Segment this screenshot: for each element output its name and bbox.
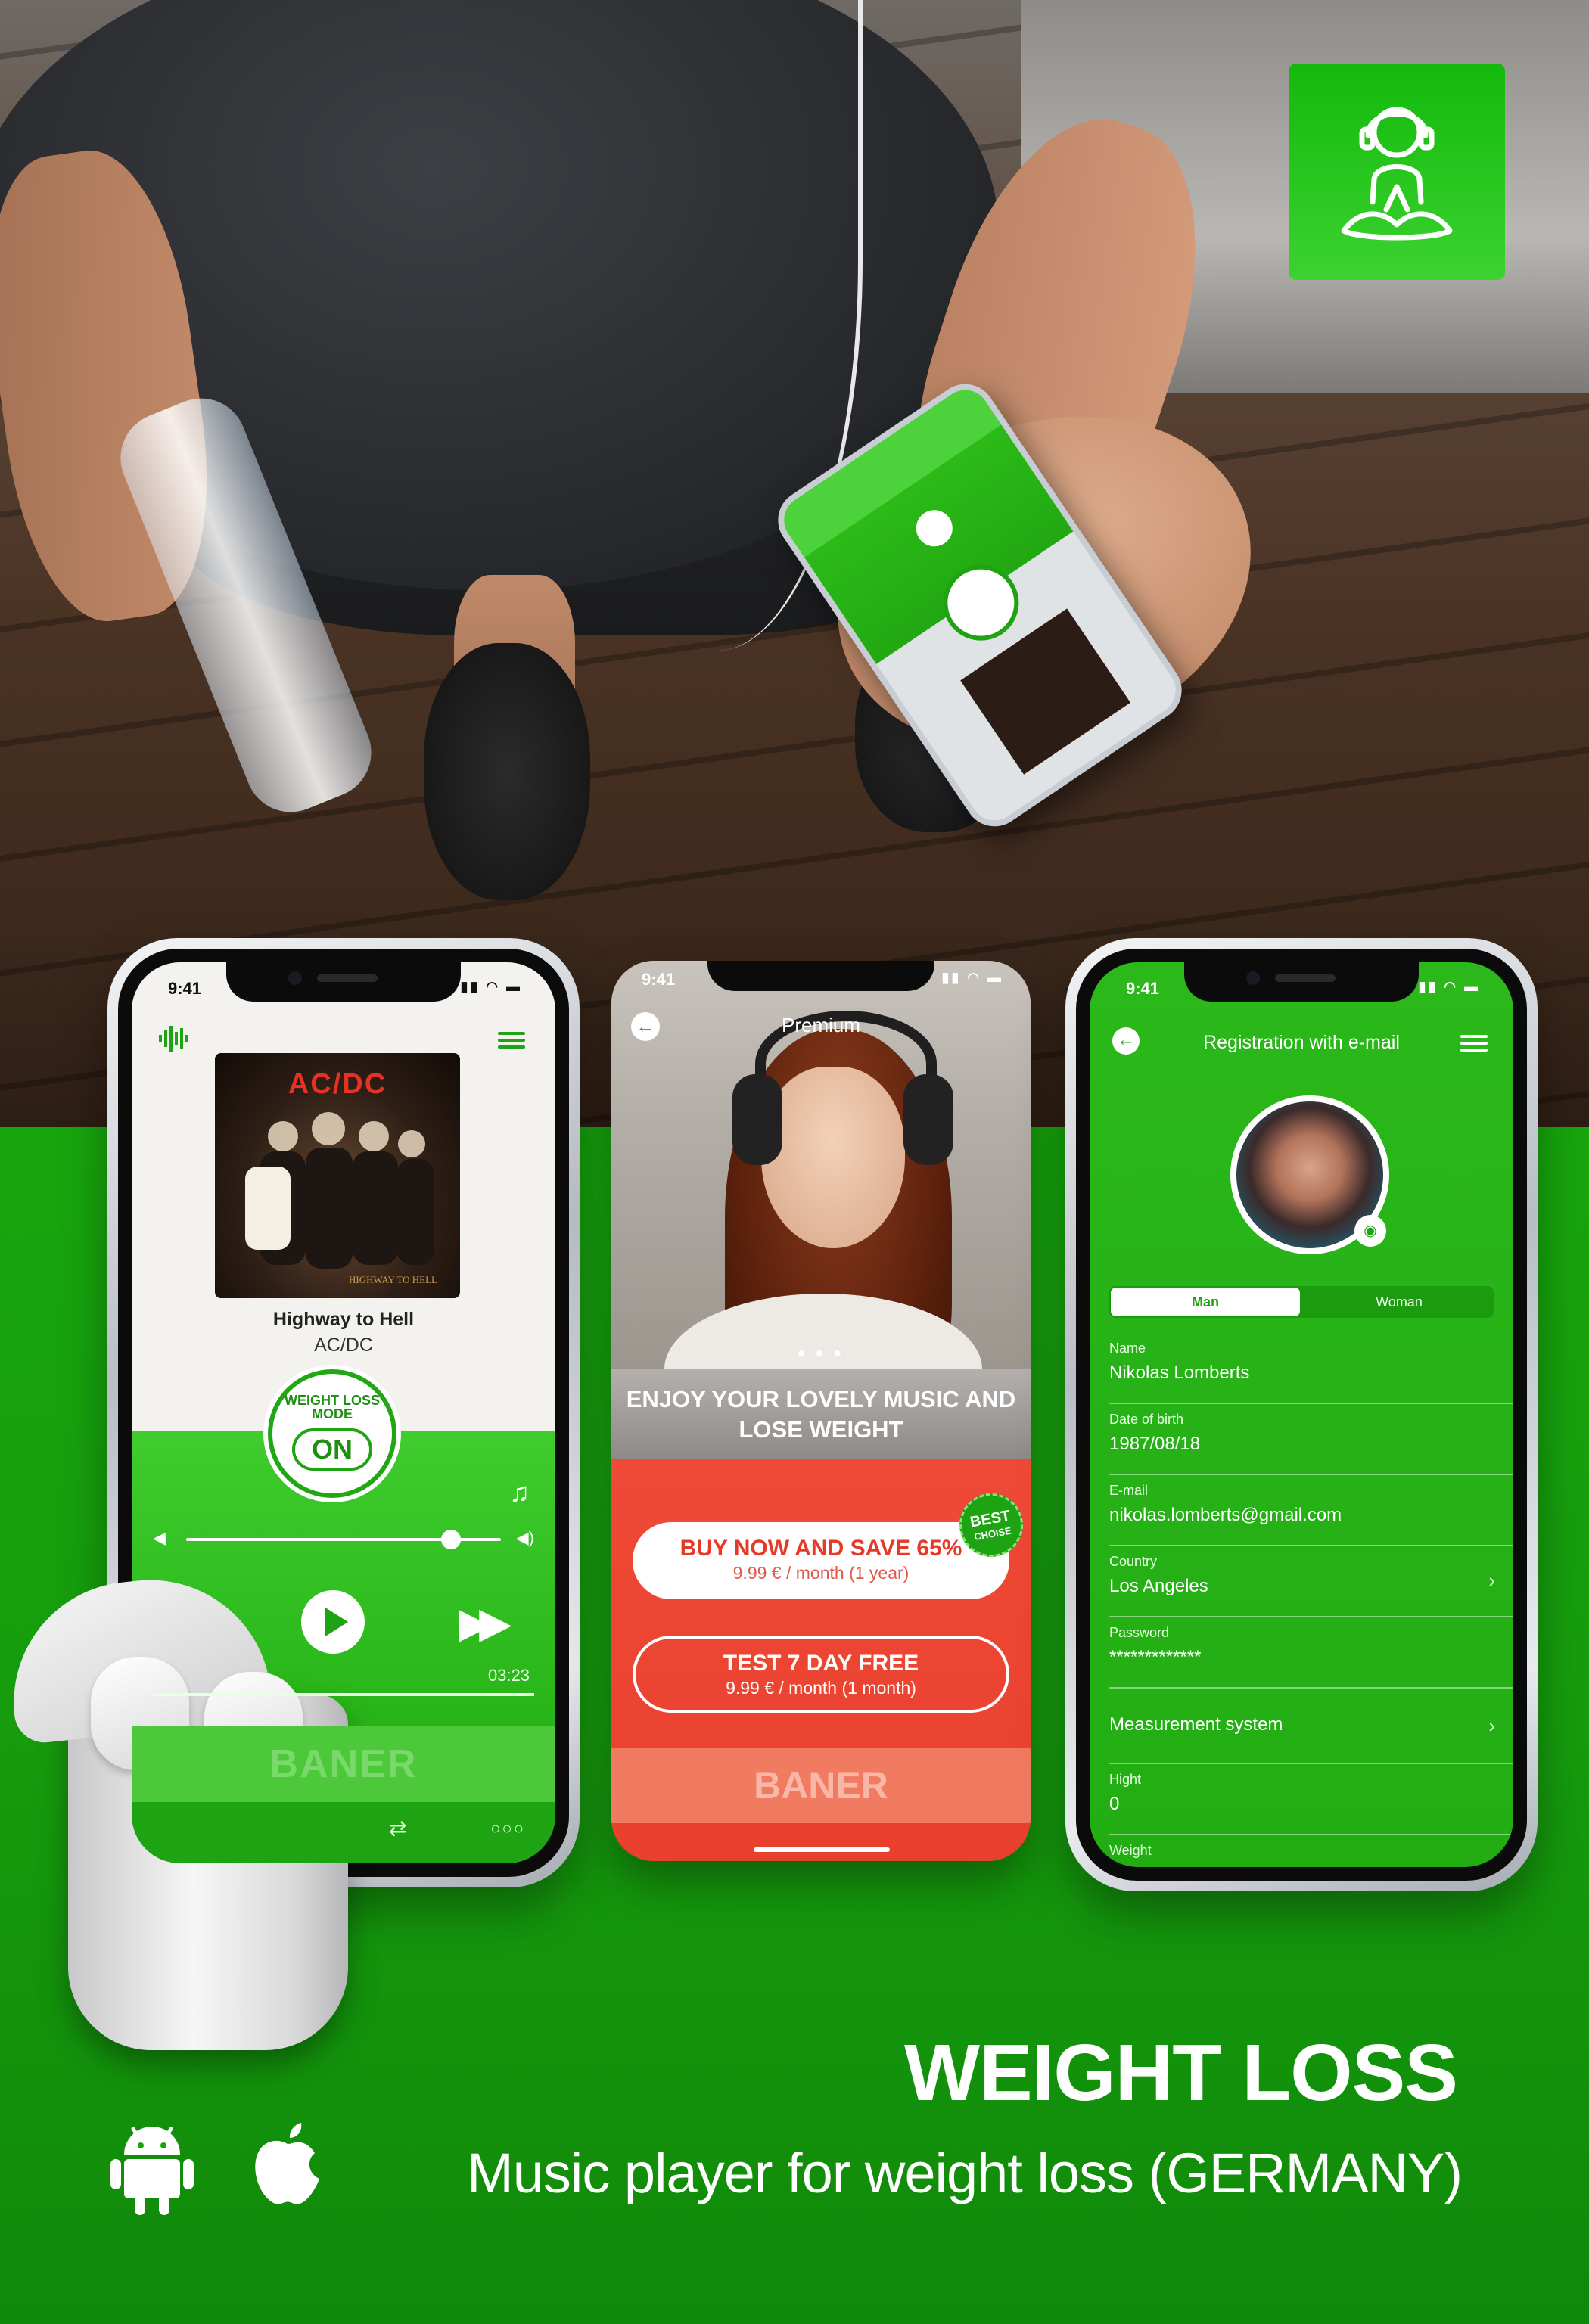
field-label: E-mail bbox=[1109, 1483, 1149, 1498]
field-value: 0 bbox=[1109, 1794, 1120, 1814]
status-icons: ▮▮ ◠ ▬ bbox=[1418, 979, 1480, 994]
buy-yearly-price: 9.99 € / month (1 year) bbox=[732, 1563, 910, 1583]
mode-state: ON bbox=[292, 1428, 372, 1471]
artist-name: AC/DC bbox=[314, 1334, 373, 1356]
playlist-icon[interactable]: ♫ bbox=[509, 1477, 530, 1508]
chevron-right-icon: › bbox=[1488, 1569, 1495, 1592]
notch bbox=[707, 961, 934, 991]
android-icon bbox=[110, 2118, 194, 2217]
weight-loss-mode-toggle[interactable]: WEIGHT LOSS MODE ON bbox=[268, 1369, 396, 1498]
app-icon bbox=[1289, 64, 1505, 280]
volume-high-icon: ◀) bbox=[515, 1528, 534, 1547]
camera-icon[interactable]: ◉ bbox=[1354, 1215, 1386, 1247]
notch bbox=[226, 962, 461, 1002]
status-time: 9:41 bbox=[1126, 979, 1160, 998]
date-of-birth-field[interactable]: Date of birth 1987/08/18 bbox=[1109, 1404, 1513, 1475]
height-field[interactable]: Hight 0 bbox=[1109, 1764, 1513, 1835]
field-value: nikolas.lomberts@gmail.com bbox=[1109, 1505, 1342, 1525]
field-label: Hight bbox=[1109, 1772, 1142, 1787]
ad-banner[interactable]: BANER bbox=[132, 1726, 555, 1802]
gender-option-man[interactable]: Man bbox=[1111, 1288, 1300, 1316]
weight-field[interactable]: Weight bbox=[1109, 1835, 1513, 1867]
meditation-headphones-icon bbox=[1341, 107, 1453, 241]
chevron-right-icon: › bbox=[1488, 1714, 1495, 1737]
status-icons: ▮▮ ◠ ▬ bbox=[460, 979, 522, 994]
field-label: Country bbox=[1109, 1554, 1158, 1569]
field-label: Measurement system bbox=[1109, 1714, 1283, 1735]
home-indicator[interactable] bbox=[754, 1847, 890, 1852]
measurement-system-field[interactable]: Measurement system › bbox=[1109, 1689, 1513, 1764]
name-field[interactable]: Name Nikolas Lomberts bbox=[1109, 1333, 1513, 1404]
volume-low-icon: ◀ bbox=[153, 1528, 166, 1547]
weight-loss-mode-label: WEIGHT LOSS MODE bbox=[285, 1393, 380, 1421]
field-label: Password bbox=[1109, 1625, 1170, 1640]
field-value: 1987/08/18 bbox=[1109, 1434, 1201, 1454]
more-icon[interactable]: ○○○ bbox=[490, 1819, 525, 1838]
album-subtitle: HIGHWAY TO HELL bbox=[349, 1274, 437, 1285]
password-field[interactable]: Password ************* bbox=[1109, 1617, 1513, 1689]
phone-bezel: 9:41 ▮▮ ◠ ▬ AC/DC HIGHWAY TO HELL Highwa… bbox=[118, 949, 569, 1877]
premium-screen: 9:41 ▮▮ ◠ ▬ ← Premium ● ● ● ENJOY YOUR L… bbox=[611, 961, 1031, 1861]
field-value: Nikolas Lomberts bbox=[1109, 1362, 1250, 1383]
shuffle-icon[interactable]: ⇄ bbox=[389, 1816, 406, 1841]
free-trial-button[interactable]: TEST 7 DAY FREE 9.99 € / month (1 month) bbox=[633, 1636, 1009, 1713]
status-time: 9:41 bbox=[642, 970, 676, 989]
field-value: Los Angeles bbox=[1109, 1576, 1208, 1596]
trial-price: 9.99 € / month (1 month) bbox=[726, 1678, 916, 1698]
ad-banner[interactable]: BANER bbox=[611, 1748, 1031, 1823]
registration-phone: 9:41 ▮▮ ◠ ▬ ← Registration with e-mail ◉… bbox=[1065, 938, 1538, 1891]
track-title: Highway to Hell bbox=[272, 1309, 415, 1330]
left-shoe bbox=[424, 643, 590, 900]
field-label: Weight bbox=[1109, 1843, 1152, 1858]
gender-toggle[interactable]: Man Woman bbox=[1109, 1286, 1494, 1318]
gender-option-woman[interactable]: Woman bbox=[1304, 1286, 1494, 1318]
time-remaining: 03:23 bbox=[487, 1666, 530, 1685]
email-field[interactable]: E-mail nikolas.lomberts@gmail.com bbox=[1109, 1475, 1513, 1546]
phone-bezel: 9:41 ▮▮ ◠ ▬ ← Registration with e-mail ◉… bbox=[1076, 949, 1527, 1881]
menu-icon[interactable] bbox=[498, 1032, 525, 1052]
notch bbox=[1184, 962, 1419, 1002]
status-time: 9:41 bbox=[168, 979, 202, 998]
menu-icon[interactable] bbox=[1460, 1035, 1488, 1055]
progress-bar[interactable] bbox=[153, 1693, 534, 1696]
field-value: ************* bbox=[1109, 1647, 1202, 1667]
buy-yearly-button[interactable]: BUY NOW AND SAVE 65% 9.99 € / month (1 y… bbox=[633, 1522, 1009, 1599]
bottom-toolbar: ⇄ ○○○ bbox=[132, 1802, 555, 1863]
fast-forward-icon[interactable]: ▶▶ bbox=[459, 1598, 512, 1648]
trial-title: TEST 7 DAY FREE bbox=[723, 1651, 919, 1676]
band-photo bbox=[245, 1112, 434, 1269]
registration-screen: 9:41 ▮▮ ◠ ▬ ← Registration with e-mail ◉… bbox=[1090, 962, 1513, 1867]
volume-slider[interactable]: ◀ ◀) bbox=[153, 1528, 534, 1551]
headline: ENJOY YOUR LOVELY MUSIC AND LOSE WEIGHT bbox=[611, 1369, 1031, 1459]
screen-title: Premium bbox=[781, 1014, 860, 1036]
premium-phone: 9:41 ▮▮ ◠ ▬ ← Premium ● ● ● ENJOY YOUR L… bbox=[611, 961, 1031, 1861]
equalizer-icon[interactable] bbox=[159, 1026, 189, 1058]
buy-yearly-title: BUY NOW AND SAVE 65% bbox=[679, 1536, 962, 1561]
project-title: WEIGHT LOSS bbox=[904, 2028, 1458, 2117]
screen-title: Registration with e-mail bbox=[1203, 1032, 1400, 1053]
volume-knob[interactable] bbox=[441, 1530, 462, 1549]
project-subtitle: Music player for weight loss (GERMANY) bbox=[467, 2142, 1463, 2204]
apple-icon bbox=[250, 2118, 333, 2217]
play-button[interactable] bbox=[301, 1590, 365, 1654]
player-screen: 9:41 ▮▮ ◠ ▬ AC/DC HIGHWAY TO HELL Highwa… bbox=[132, 962, 555, 1863]
album-cover: AC/DC HIGHWAY TO HELL bbox=[215, 1053, 460, 1298]
country-field[interactable]: Country Los Angeles › bbox=[1109, 1546, 1513, 1617]
field-label: Name bbox=[1109, 1341, 1146, 1356]
carousel-dots[interactable]: ● ● ● bbox=[611, 1345, 1031, 1361]
status-icons: ▮▮ ◠ ▬ bbox=[941, 970, 1003, 985]
field-label: Date of birth bbox=[1109, 1412, 1184, 1427]
player-phone: 9:41 ▮▮ ◠ ▬ AC/DC HIGHWAY TO HELL Highwa… bbox=[107, 938, 580, 1887]
